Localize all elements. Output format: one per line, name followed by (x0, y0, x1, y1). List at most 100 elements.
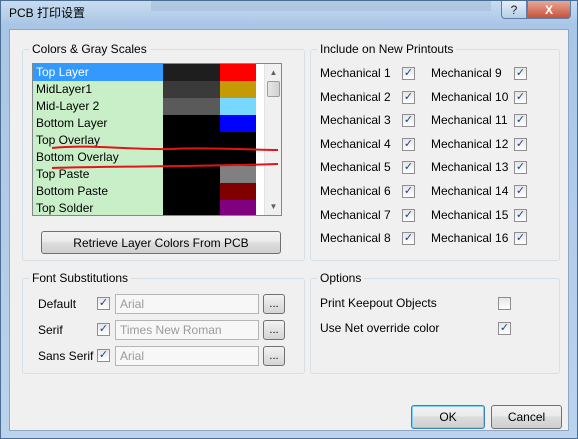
mechanical-layer-checkbox[interactable]: ✓ (514, 137, 527, 151)
cancel-label: Cancel (507, 410, 546, 424)
font-sub-label: Serif (38, 323, 63, 337)
mechanical-layer-checkbox[interactable]: ✓ (402, 185, 415, 198)
retrieve-layer-colors-label: Retrieve Layer Colors From PCB (73, 235, 249, 250)
mechanical-layer-checkbox[interactable]: ✓ (402, 161, 415, 175)
layer-row[interactable]: Bottom Layer (33, 115, 281, 132)
mechanical-layer-checkbox[interactable]: ✓ (402, 90, 415, 104)
option-checkbox[interactable] (498, 297, 511, 310)
mechanical-layer-checkbox[interactable]: ✓ (514, 114, 527, 128)
color-swatch[interactable] (220, 183, 256, 200)
print-settings-dialog: PCB 打印设置 ? X Colors & Gray Scales Top La… (0, 0, 578, 439)
ok-button[interactable]: OK (411, 405, 485, 429)
check-mark-icon: ✓ (98, 349, 109, 361)
ok-label: OK (439, 410, 457, 424)
layer-row[interactable]: Mid-Layer 2 (33, 98, 281, 115)
font-name-field[interactable]: Arial (115, 346, 259, 366)
gray-swatch[interactable] (163, 98, 220, 115)
mechanical-layer-checkbox[interactable]: ✓ (514, 208, 527, 222)
mechanical-layer-checkbox[interactable]: ✓ (402, 67, 415, 80)
browse-font-button[interactable]: ... (263, 294, 285, 314)
check-mark-icon: ✓ (403, 232, 414, 245)
options-group-title: Options (317, 271, 365, 285)
check-mark-icon: ✓ (515, 208, 526, 221)
mechanical-layer-label: Mechanical 7 (320, 207, 391, 222)
check-mark-icon: ✓ (515, 232, 526, 245)
gray-swatch[interactable] (163, 115, 220, 132)
layer-row[interactable]: Top Solder (33, 200, 281, 215)
check-mark-icon: ✓ (515, 161, 526, 174)
color-swatch[interactable] (220, 115, 256, 132)
mechanical-layer-checkbox[interactable]: ✓ (514, 90, 527, 104)
font-sub-checkbox[interactable]: ✓ (97, 349, 110, 362)
mechanical-layer-checkbox[interactable]: ✓ (514, 67, 527, 80)
mechanical-layer-checkbox[interactable]: ✓ (514, 161, 527, 175)
check-mark-icon: ✓ (515, 67, 526, 79)
layer-name: Bottom Layer (33, 115, 163, 132)
scroll-down-arrow-icon[interactable]: ▼ (265, 198, 281, 215)
check-mark-icon: ✓ (403, 208, 414, 221)
check-mark-icon: ✓ (403, 161, 414, 174)
option-checkbox[interactable]: ✓ (498, 322, 511, 335)
window-title: PCB 打印设置 (9, 6, 86, 20)
close-button[interactable]: X (527, 1, 571, 19)
mechanical-layer-checkbox[interactable]: ✓ (514, 232, 527, 246)
mechanical-layer-label: Mechanical 16 (431, 231, 509, 246)
layer-color-list[interactable]: Top Layer MidLayer1 Mid-Layer 2 Bottom Laye… (32, 63, 282, 216)
layer-name: Mid-Layer 2 (33, 98, 163, 115)
color-swatch[interactable] (220, 64, 256, 81)
mechanical-layer-label: Mechanical 10 (431, 89, 509, 104)
font-sub-checkbox[interactable]: ✓ (97, 297, 110, 310)
gray-swatch[interactable] (163, 81, 220, 98)
mechanical-layer-label: Mechanical 4 (320, 136, 391, 151)
font-sub-label: Default (38, 297, 77, 311)
check-mark-icon: ✓ (403, 137, 414, 150)
check-mark-icon: ✓ (403, 114, 414, 127)
dialog-client-area: Colors & Gray Scales Top Layer MidLayer1 M… (9, 29, 569, 431)
mechanical-layer-label: Mechanical 14 (431, 184, 509, 198)
mechanical-layer-checkbox[interactable]: ✓ (514, 185, 527, 198)
color-swatch[interactable] (220, 98, 256, 115)
gray-swatch[interactable] (163, 200, 220, 215)
check-mark-icon: ✓ (403, 185, 414, 197)
cancel-button[interactable]: Cancel (491, 405, 562, 429)
font-sub-checkbox[interactable]: ✓ (97, 323, 110, 336)
browse-font-button[interactable]: ... (263, 346, 285, 366)
check-mark-icon: ✓ (98, 323, 109, 335)
mechanical-layer-checkbox[interactable]: ✓ (402, 114, 415, 128)
scroll-thumb[interactable] (267, 81, 280, 97)
red-annotation-marks (51, 145, 279, 169)
color-swatch[interactable] (220, 81, 256, 98)
retrieve-layer-colors-button[interactable]: Retrieve Layer Colors From PCB (41, 231, 281, 254)
mechanical-layer-checkbox[interactable]: ✓ (402, 137, 415, 151)
browse-font-button[interactable]: ... (263, 320, 285, 340)
font-group-title: Font Substitutions (29, 271, 132, 285)
gray-swatch[interactable] (163, 64, 220, 81)
layer-list-scrollbar[interactable]: ▲ ▼ (264, 64, 281, 215)
layer-name: Top Solder (33, 200, 163, 215)
layer-row[interactable]: MidLayer1 (33, 81, 281, 98)
mechanical-layer-label: Mechanical 2 (320, 89, 391, 104)
mechanical-layer-label: Mechanical 15 (431, 207, 509, 222)
check-mark-icon: ✓ (499, 322, 510, 334)
option-label: Use Net override color (320, 321, 440, 335)
layer-row[interactable]: Top Layer (33, 64, 281, 81)
mechanical-layer-label: Mechanical 5 (320, 160, 391, 175)
font-name-field[interactable]: Arial (115, 294, 259, 314)
mechanical-layer-label: Mechanical 1 (320, 66, 391, 80)
title-bar[interactable]: PCB 打印设置 ? X (1, 1, 577, 21)
help-button[interactable]: ? (501, 1, 527, 19)
mechanical-layer-checkbox[interactable]: ✓ (402, 232, 415, 246)
check-mark-icon: ✓ (515, 185, 526, 197)
check-mark-icon: ✓ (515, 137, 526, 150)
check-mark-icon: ✓ (403, 67, 414, 79)
scroll-up-arrow-icon[interactable]: ▲ (265, 64, 281, 81)
mechanical-layer-label: Mechanical 13 (431, 160, 509, 175)
gray-swatch[interactable] (163, 183, 220, 200)
font-name-field[interactable]: Times New Roman (115, 320, 259, 340)
check-mark-icon: ✓ (403, 90, 414, 103)
mechanical-layer-checkbox[interactable]: ✓ (402, 208, 415, 222)
layer-row[interactable]: Bottom Paste (33, 183, 281, 200)
option-label: Print Keepout Objects (320, 296, 437, 310)
mechanical-layer-label: Mechanical 8 (320, 231, 391, 246)
color-swatch[interactable] (220, 200, 256, 215)
